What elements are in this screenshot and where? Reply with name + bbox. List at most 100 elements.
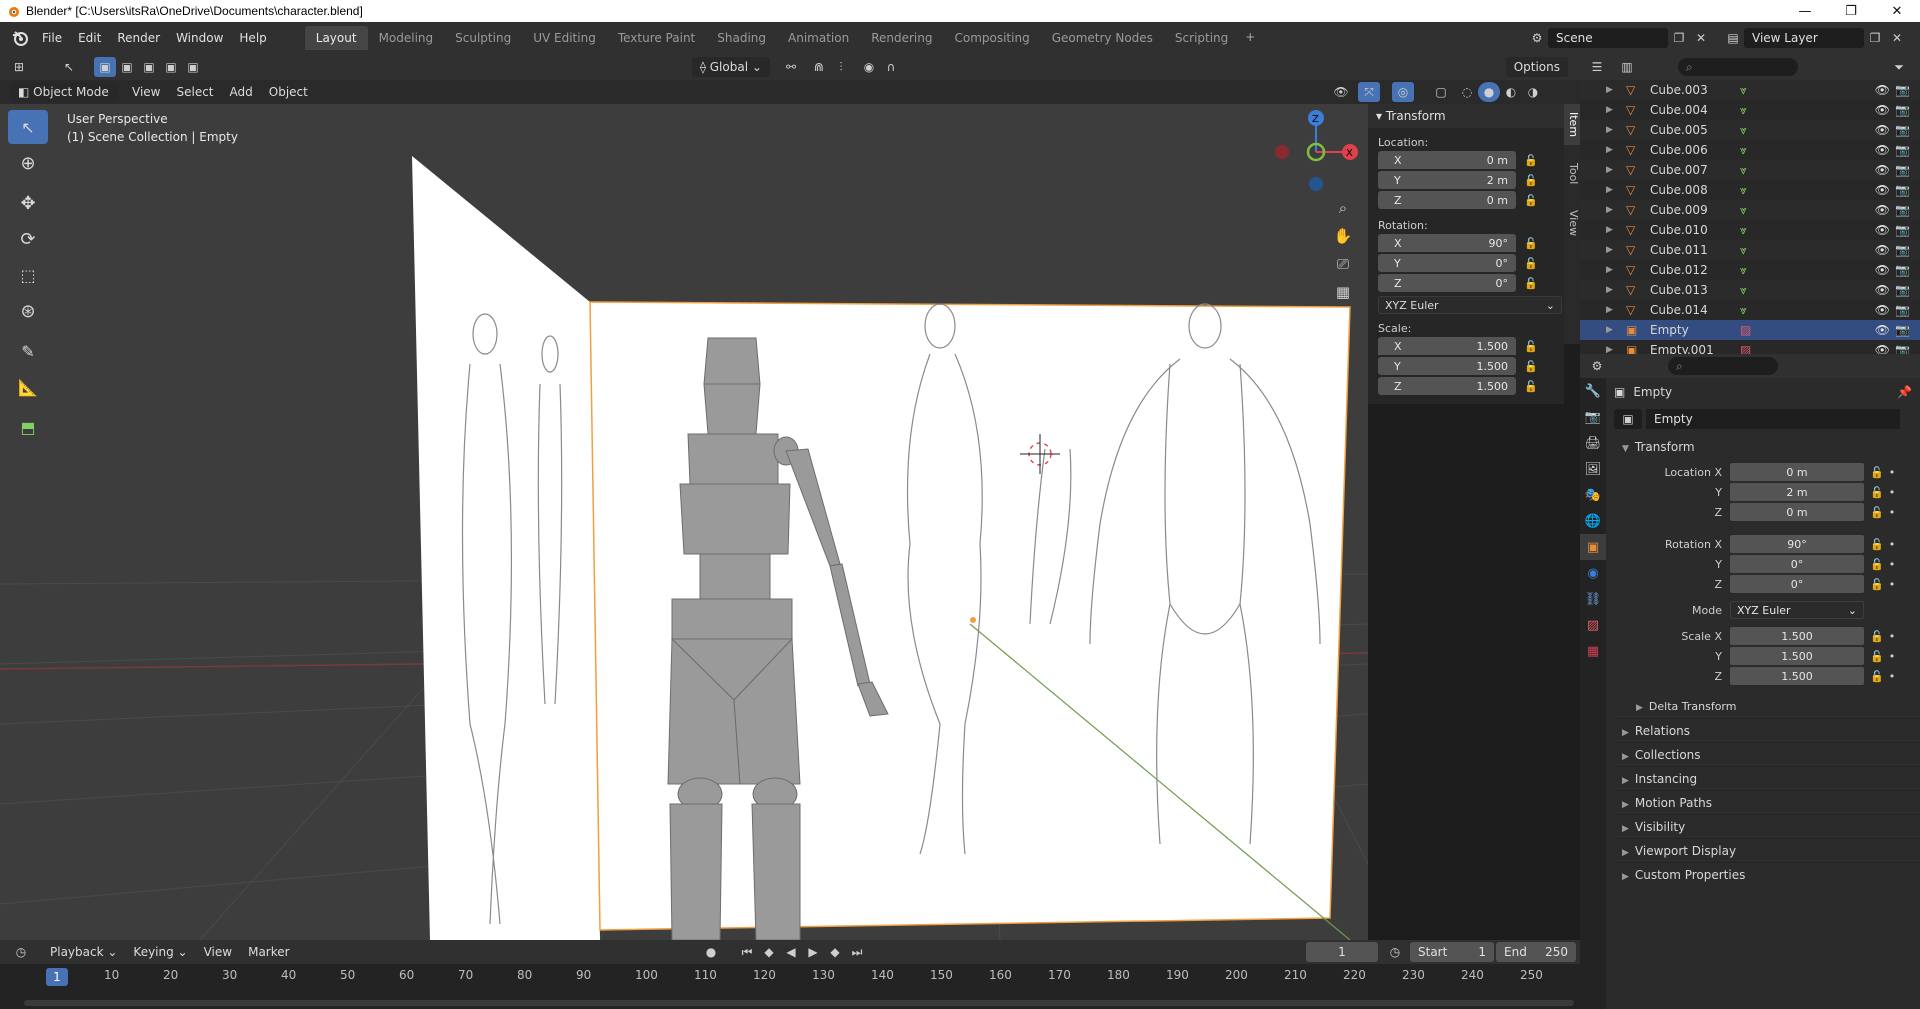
- keyframe-dot-icon[interactable]: •: [1886, 650, 1898, 663]
- tab-sculpting[interactable]: Sculpting: [444, 26, 522, 50]
- shading-rendered-icon[interactable]: ◑: [1522, 82, 1544, 102]
- shading-wireframe-icon[interactable]: ◌: [1456, 82, 1478, 102]
- mesh-data-icon[interactable]: ⩔: [1740, 263, 1747, 278]
- lock-icon[interactable]: 🔓: [1520, 380, 1542, 393]
- editor-type-icon[interactable]: ⊞: [8, 57, 30, 77]
- render-camera-icon[interactable]: 📷: [1895, 303, 1910, 317]
- lock-icon[interactable]: 🔓: [1520, 277, 1542, 290]
- timeline-menu-view[interactable]: View: [196, 942, 240, 962]
- lock-icon[interactable]: 🔓: [1520, 257, 1542, 270]
- keyframe-dot-icon[interactable]: •: [1886, 538, 1898, 551]
- render-camera-icon[interactable]: 📷: [1895, 143, 1910, 157]
- section-instancing[interactable]: ▶ Instancing: [1614, 766, 1920, 790]
- outliner-row[interactable]: ▶ ▽ Cube.010 ⩔ 👁 📷: [1580, 220, 1920, 240]
- close-button[interactable]: ✕: [1874, 0, 1920, 22]
- delete-view-layer-icon[interactable]: ✕: [1886, 28, 1908, 48]
- lock-icon[interactable]: 🔓: [1868, 650, 1886, 663]
- section-relations[interactable]: ▶ Relations: [1614, 718, 1920, 742]
- np-scale-x-field[interactable]: X 1.500: [1378, 337, 1516, 355]
- object-properties-icon[interactable]: ▣: [1580, 534, 1606, 560]
- outliner-row[interactable]: ▶ ▽ Cube.007 ⩔ 👁 📷: [1580, 160, 1920, 180]
- menu-edit[interactable]: Edit: [70, 27, 109, 49]
- section-visibility[interactable]: ▶ Visibility: [1614, 814, 1920, 838]
- outliner-row[interactable]: ▶ ▽ Cube.011 ⩔ 👁 📷: [1580, 240, 1920, 260]
- lock-icon[interactable]: 🔓: [1868, 558, 1886, 571]
- render-camera-icon[interactable]: 📷: [1895, 243, 1910, 257]
- viewport-menu-object[interactable]: Object: [261, 82, 316, 102]
- render-camera-icon[interactable]: 📷: [1895, 323, 1910, 337]
- outliner-row[interactable]: ▶ ▽ Cube.014 ⩔ 👁 📷: [1580, 300, 1920, 320]
- shading-solid-icon[interactable]: ●: [1478, 82, 1500, 102]
- tab-rendering[interactable]: Rendering: [860, 26, 943, 50]
- maximize-button[interactable]: ❐: [1828, 0, 1874, 22]
- tab-animation[interactable]: Animation: [777, 26, 860, 50]
- play-icon[interactable]: ▶: [802, 942, 824, 962]
- lock-icon[interactable]: 🔓: [1520, 174, 1542, 187]
- zoom-icon[interactable]: ⌕: [1330, 194, 1356, 222]
- np-location-x-field[interactable]: X0 m: [1378, 151, 1516, 169]
- add-workspace-icon[interactable]: +: [1239, 26, 1261, 48]
- select-invert-icon[interactable]: ▣: [160, 57, 182, 77]
- expand-arrow-icon[interactable]: ▶: [1606, 305, 1620, 315]
- render-camera-icon[interactable]: 📷: [1895, 103, 1910, 117]
- transform-section-header[interactable]: ▼ Transform: [1614, 436, 1920, 458]
- timeline-menu-keying[interactable]: Keying ⌄: [125, 942, 195, 962]
- eye-icon[interactable]: 👁: [1875, 203, 1890, 217]
- viewport-menu-add[interactable]: Add: [222, 82, 261, 102]
- keyframe-dot-icon[interactable]: •: [1886, 506, 1898, 519]
- scale-z-field[interactable]: 1.500: [1730, 667, 1864, 685]
- select-intersect-icon[interactable]: ▣: [182, 57, 204, 77]
- np-rotation-z-field[interactable]: Z 0°: [1378, 274, 1516, 292]
- annotate-tool[interactable]: ✎: [8, 334, 48, 368]
- tab-scripting[interactable]: Scripting: [1164, 26, 1239, 50]
- np-rotation-y-field[interactable]: Y 0°: [1378, 254, 1516, 272]
- lock-icon[interactable]: 🔓: [1868, 506, 1886, 519]
- timeline-editor-type-icon[interactable]: ◷: [10, 942, 32, 962]
- location-y-field[interactable]: 2 m: [1730, 483, 1864, 501]
- sidebar-tab-tool[interactable]: Tool: [1564, 155, 1580, 192]
- mesh-data-icon[interactable]: ⩔: [1740, 203, 1747, 218]
- pivot-point-icon[interactable]: ⚯: [780, 57, 802, 77]
- mesh-data-icon[interactable]: ⩔: [1740, 103, 1747, 118]
- keyframe-dot-icon[interactable]: •: [1886, 466, 1898, 479]
- np-scale-z-field[interactable]: Z 1.500: [1378, 377, 1516, 395]
- timeline-ruler[interactable]: 10 20 30 40 50 60 70 80 90 100 110 120 130 140 150 160 1…: [0, 968, 1580, 988]
- mesh-data-icon[interactable]: ⩔: [1740, 183, 1747, 198]
- outliner-row[interactable]: ▶ ▽ Cube.012 ⩔ 👁 📷: [1580, 260, 1920, 280]
- mesh-data-icon[interactable]: ⩔: [1740, 223, 1747, 238]
- timeline-menu-playback[interactable]: Playback ⌄: [42, 942, 125, 962]
- outliner-search-input[interactable]: ⌕: [1678, 58, 1798, 76]
- expand-arrow-icon[interactable]: ▶: [1606, 185, 1620, 195]
- mesh-data-icon[interactable]: ⩔: [1740, 143, 1747, 158]
- section-viewport-display[interactable]: ▶ Viewport Display: [1614, 838, 1920, 862]
- expand-arrow-icon[interactable]: ▶: [1606, 205, 1620, 215]
- select-extend-icon[interactable]: ▣: [116, 57, 138, 77]
- scene-field[interactable]: Scene: [1548, 28, 1668, 48]
- menu-render[interactable]: Render: [109, 27, 168, 49]
- mesh-data-icon[interactable]: ⩔: [1740, 303, 1747, 318]
- np-transform-header[interactable]: ▾ Transform: [1368, 104, 1564, 128]
- tab-texture-paint[interactable]: Texture Paint: [607, 26, 706, 50]
- preview-range-icon[interactable]: ◷: [1384, 942, 1406, 962]
- render-camera-icon[interactable]: 📷: [1895, 83, 1910, 97]
- record-icon[interactable]: ●: [700, 942, 722, 962]
- mesh-data-icon[interactable]: ⩔: [1740, 283, 1747, 298]
- render-camera-icon[interactable]: 📷: [1895, 203, 1910, 217]
- outliner-row[interactable]: ▶ ▣ Empty ▨ 👁 📷: [1580, 320, 1920, 340]
- render-camera-icon[interactable]: 📷: [1895, 183, 1910, 197]
- prev-keyframe-icon[interactable]: ◆: [758, 942, 780, 962]
- scale-y-field[interactable]: 1.500: [1730, 647, 1864, 665]
- expand-arrow-icon[interactable]: ▶: [1606, 105, 1620, 115]
- world-properties-icon[interactable]: 🌐: [1580, 508, 1606, 534]
- transform-orientation-dropdown[interactable]: ⟠ Global ⌄: [692, 57, 770, 77]
- tool-properties-icon[interactable]: 🔧: [1580, 378, 1606, 404]
- play-reverse-icon[interactable]: ◀: [780, 942, 802, 962]
- outliner-row[interactable]: ▶ ▽ Cube.009 ⩔ 👁 📷: [1580, 200, 1920, 220]
- new-view-layer-icon[interactable]: ❐: [1864, 28, 1886, 48]
- perspective-grid-icon[interactable]: ▦: [1330, 278, 1356, 306]
- np-rotation-x-field[interactable]: X 90°: [1378, 234, 1516, 252]
- view-layer-icon[interactable]: ▤: [1722, 28, 1744, 48]
- outliner-row[interactable]: ▶ ▽ Cube.013 ⩔ 👁 📷: [1580, 280, 1920, 300]
- scale-x-field[interactable]: 1.500: [1730, 627, 1864, 645]
- render-camera-icon[interactable]: 📷: [1895, 263, 1910, 277]
